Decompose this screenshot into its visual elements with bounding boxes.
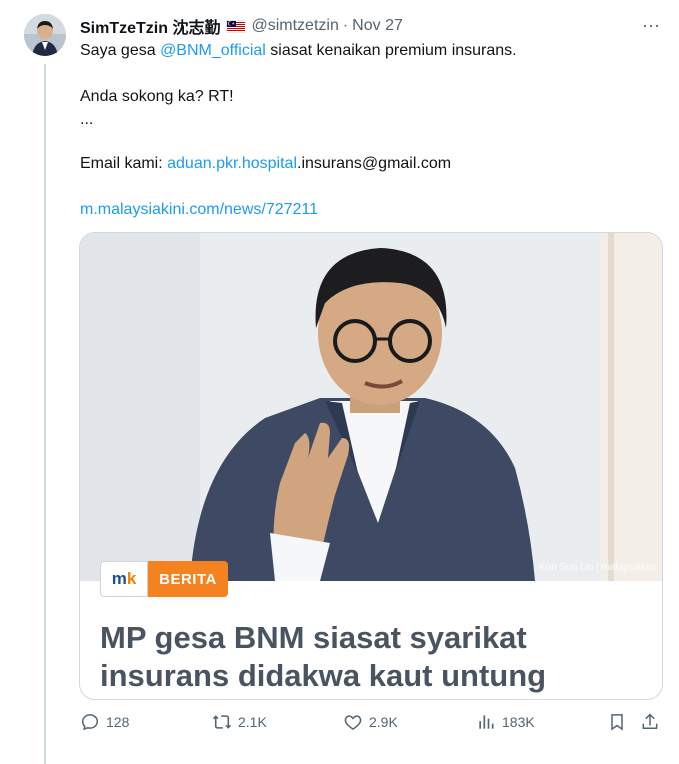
repost-count: 2.1K [238,714,267,730]
reply-icon [81,714,99,731]
mention-link[interactable]: @BNM_official [160,42,266,59]
tweet-email-line: Email kami: aduan.pkr.hospital.insurans@… [80,154,451,174]
views-icon [479,715,494,729]
views-button[interactable]: 183K [476,712,535,732]
tweet-header: SimTzeTzin 沈志勤 @simtzetzin · Nov 27 [80,14,403,38]
card-headline[interactable]: MP gesa BNM siasat syarikat insurans did… [100,619,650,699]
share-button[interactable] [640,712,660,732]
tweet-line-2: Anda sokong ka? RT! [80,88,234,105]
like-icon [344,715,362,730]
malaysiakini-logo: mk [100,561,148,597]
malaysia-flag-icon [226,19,247,33]
avatar[interactable] [24,14,66,56]
action-bar: 128 2.1K 2.9K 183K [0,712,679,736]
author-name[interactable]: SimTzeTzin 沈志勤 [80,14,220,38]
logo-m: m [111,569,127,588]
reply-button[interactable]: 128 [80,712,129,732]
like-button[interactable]: 2.9K [343,712,398,732]
bookmark-icon [611,714,623,731]
card-photo: Kon Sun Lin | malaysiakini [80,233,662,581]
tweet-date[interactable]: Nov 27 [352,17,403,35]
avatar-image [24,14,66,56]
card-photo-image [80,233,662,581]
repost-button[interactable]: 2.1K [212,712,267,732]
views-count: 183K [502,714,535,730]
header-separator: · [342,17,349,34]
email-rest: .insurans@gmail.com [297,155,452,172]
bookmark-button[interactable] [607,712,627,732]
link-preview-card[interactable]: Kon Sun Lin | malaysiakini mk BERITA MP … [79,232,663,700]
line1-suffix: siasat kenaikan premium insurans. [265,42,517,59]
author-handle[interactable]: @simtzetzin [251,17,338,35]
logo-k: k [126,569,137,588]
more-icon[interactable]: ··· [642,16,660,34]
line1-prefix: Saya gesa [80,42,161,59]
repost-icon [212,715,232,729]
like-count: 2.9K [369,714,398,730]
photo-credit: Kon Sun Lin | malaysiakini [538,562,656,573]
tweet-line-1: Saya gesa @BNM_official siasat kenaikan … [80,41,517,61]
email-label: Email kami: [80,155,168,172]
category-badge: BERITA [148,561,228,597]
share-icon [642,713,658,729]
tweet-line-3: ... [80,111,94,128]
email-link[interactable]: aduan.pkr.hospital [167,155,297,172]
thread-line [44,64,46,764]
news-url-link[interactable]: m.malaysiakini.com/news/727211 [80,200,318,220]
reply-count: 128 [106,714,130,730]
